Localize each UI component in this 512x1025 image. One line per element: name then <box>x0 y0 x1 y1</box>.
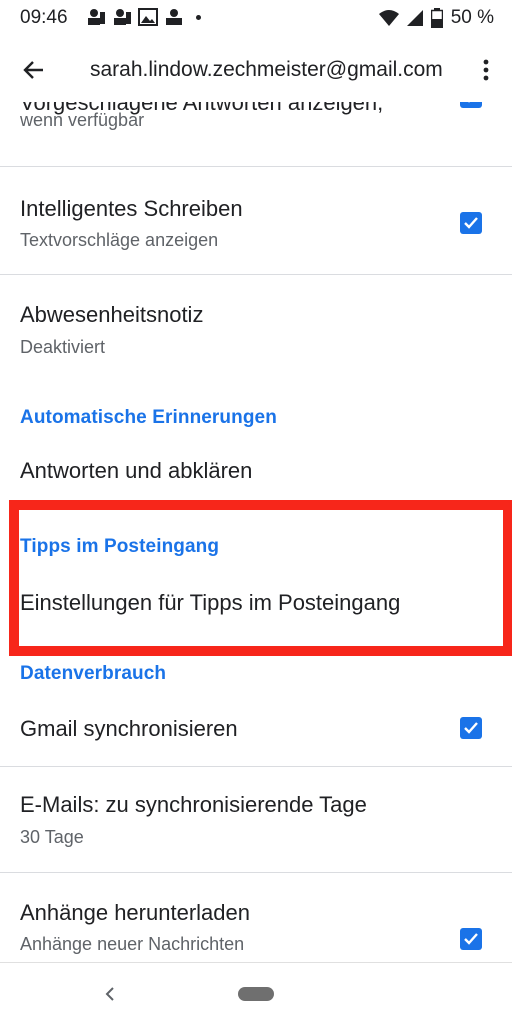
setting-title: Einstellungen für Tipps im Posteingang <box>20 590 401 615</box>
check-icon <box>464 722 478 734</box>
person-notification-icon <box>114 9 131 25</box>
setting-smart-compose[interactable]: Intelligentes Schreiben Textvorschläge a… <box>0 166 512 274</box>
setting-subtitle: Textvorschläge anzeigen <box>20 230 219 250</box>
setting-nudges[interactable]: Antworten und abklären <box>0 438 512 498</box>
system-nav-bar <box>0 962 512 1025</box>
account-title: sarah.lindow.zechmeister@gmail.com <box>90 58 443 81</box>
battery-icon <box>430 8 443 28</box>
setting-title: E-Mails: zu synchronisierende Tage <box>20 792 367 817</box>
battery-level: 50 % <box>450 7 494 28</box>
overflow-menu-button[interactable] <box>474 52 498 88</box>
arrow-back-icon <box>23 61 43 79</box>
status-right: 50 % <box>378 7 494 29</box>
more-vert-icon <box>483 59 489 81</box>
check-icon <box>468 102 470 103</box>
setting-title: Intelligentes Schreiben <box>20 196 243 221</box>
setting-title: Gmail synchronisieren <box>20 716 238 741</box>
nav-home-pill[interactable] <box>238 987 274 1001</box>
settings-list: Vorgeschlagene Antworten anzeigen, wenn … <box>0 102 512 962</box>
setting-days-to-sync[interactable]: E-Mails: zu synchronisierende Tage 30 Ta… <box>0 766 512 872</box>
check-icon <box>464 217 478 229</box>
status-time: 09:46 <box>20 7 68 28</box>
setting-subtitle: 30 Tage <box>20 827 84 847</box>
setting-subtitle: Anhänge neuer Nachrichten <box>20 934 245 954</box>
check-icon <box>464 933 478 945</box>
setting-title: Abwesenheitsnotiz <box>20 302 204 327</box>
app-bar: sarah.lindow.zechmeister@gmail.com <box>0 38 512 102</box>
download-attachments-checkbox[interactable] <box>460 928 482 950</box>
person-notification-icon <box>88 9 105 25</box>
setting-suggested-replies[interactable]: Vorgeschlagene Antworten anzeigen, wenn … <box>0 102 512 168</box>
suggested-replies-checkbox[interactable] <box>460 102 482 108</box>
setting-subtitle: wenn verfügbar <box>20 110 145 130</box>
person-notification-icon <box>166 9 182 25</box>
setting-subtitle: Deaktiviert <box>20 337 106 357</box>
setting-download-attachments[interactable]: Anhänge herunterladen Anhänge neuer Nach… <box>0 872 512 962</box>
setting-vacation-responder[interactable]: Abwesenheitsnotiz Deaktiviert <box>0 274 512 378</box>
setting-gmail-sync[interactable]: Gmail synchronisieren <box>0 698 512 766</box>
setting-title: Anhänge herunterladen <box>20 900 250 925</box>
chevron-left-icon <box>105 987 114 1001</box>
smart-compose-checkbox[interactable] <box>460 212 482 234</box>
gmail-sync-checkbox[interactable] <box>460 717 482 739</box>
setting-title: Antworten und abklären <box>20 458 253 483</box>
nav-back-button[interactable] <box>100 983 120 1005</box>
section-header-reminders: Automatische Erinnerungen <box>20 407 277 428</box>
more-notifications-dot <box>196 14 201 20</box>
notification-icons <box>86 8 201 26</box>
setting-inbox-tips[interactable]: Einstellungen für Tipps im Posteingang <box>0 572 512 632</box>
back-button[interactable] <box>14 52 54 88</box>
signal-icon <box>406 10 423 26</box>
status-bar: 09:46 50 % <box>0 0 512 38</box>
wifi-icon <box>378 10 399 26</box>
image-notification-icon <box>138 8 158 26</box>
section-header-inbox-tips: Tipps im Posteingang <box>20 536 220 557</box>
section-header-data-usage: Datenverbrauch <box>20 663 167 684</box>
